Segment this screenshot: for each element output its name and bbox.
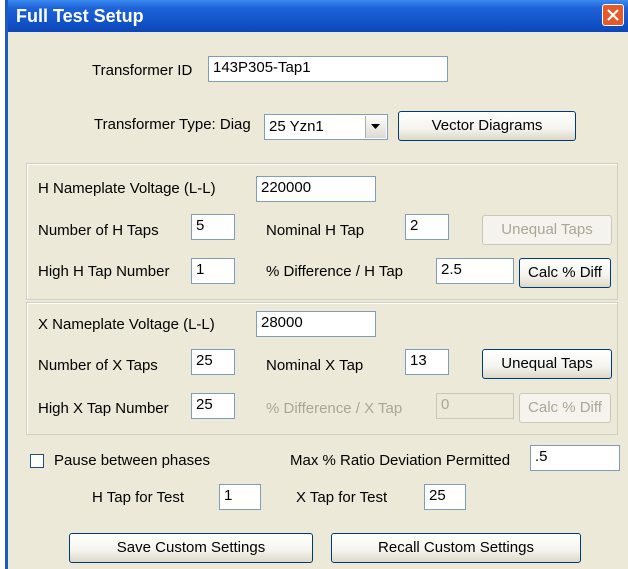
save-custom-settings-button[interactable]: Save Custom Settings <box>69 533 313 563</box>
high-h-tap-input[interactable]: 1 <box>191 258 235 284</box>
transformer-id-input[interactable]: 143P305-Tap1 <box>208 56 448 82</box>
close-button[interactable] <box>602 4 624 26</box>
x-unequal-taps-button[interactable]: Unequal Taps <box>482 349 612 379</box>
vector-diagrams-button[interactable]: Vector Diagrams <box>398 111 576 141</box>
h-difference-input[interactable]: 2.5 <box>436 258 514 284</box>
full-test-setup-window: Full Test Setup Transformer ID 143P305-T… <box>5 0 628 569</box>
nominal-h-tap-label: Nominal H Tap <box>266 222 365 239</box>
nominal-h-tap-input[interactable]: 2 <box>405 214 449 240</box>
x-nameplate-label: X Nameplate Voltage (L-L) <box>38 316 215 333</box>
transformer-type-value: 25 Yzn1 <box>269 118 324 135</box>
h-nameplate-label: H Nameplate Voltage (L-L) <box>38 180 216 197</box>
x-calc-diff-button[interactable]: Calc % Diff <box>519 393 611 423</box>
nominal-x-tap-input[interactable]: 13 <box>405 349 449 375</box>
h-taps-input[interactable]: 5 <box>191 214 235 240</box>
h-calc-diff-button[interactable]: Calc % Diff <box>519 258 611 288</box>
max-ratio-deviation-input[interactable]: .5 <box>530 445 620 471</box>
transformer-id-label: Transformer ID <box>92 62 193 79</box>
title-bar[interactable]: Full Test Setup <box>8 0 628 32</box>
x-tap-for-test-input[interactable]: 25 <box>424 484 466 510</box>
dropdown-arrow-button[interactable] <box>365 116 386 138</box>
x-tap-for-test-label: X Tap for Test <box>296 489 388 506</box>
transformer-type-select[interactable]: 25 Yzn1 <box>264 114 388 140</box>
window-title: Full Test Setup <box>16 6 144 26</box>
nominal-x-tap-label: Nominal X Tap <box>266 357 364 374</box>
high-x-tap-input[interactable]: 25 <box>191 393 235 419</box>
x-difference-label: % Difference / X Tap <box>266 400 403 417</box>
chevron-down-icon <box>371 124 380 129</box>
h-unequal-taps-button[interactable]: Unequal Taps <box>482 215 612 245</box>
pause-between-phases-label: Pause between phases <box>54 452 210 469</box>
h-tap-for-test-label: H Tap for Test <box>92 489 184 506</box>
pause-between-phases-checkbox[interactable] <box>30 454 44 468</box>
x-difference-input[interactable]: 0 <box>436 393 514 419</box>
transformer-type-label: Transformer Type: Diag <box>94 116 251 133</box>
high-x-tap-label: High X Tap Number <box>38 400 169 417</box>
h-tap-for-test-input[interactable]: 1 <box>219 484 261 510</box>
recall-custom-settings-button[interactable]: Recall Custom Settings <box>331 533 581 563</box>
x-nameplate-input[interactable]: 28000 <box>256 311 376 337</box>
x-taps-input[interactable]: 25 <box>191 349 235 375</box>
high-h-tap-label: High H Tap Number <box>38 263 170 280</box>
h-taps-label: Number of H Taps <box>38 222 159 239</box>
max-ratio-deviation-label: Max % Ratio Deviation Permitted <box>290 452 511 469</box>
h-difference-label: % Difference / H Tap <box>266 263 404 280</box>
close-icon <box>607 9 619 21</box>
x-taps-label: Number of X Taps <box>38 357 158 374</box>
h-nameplate-input[interactable]: 220000 <box>256 176 376 202</box>
